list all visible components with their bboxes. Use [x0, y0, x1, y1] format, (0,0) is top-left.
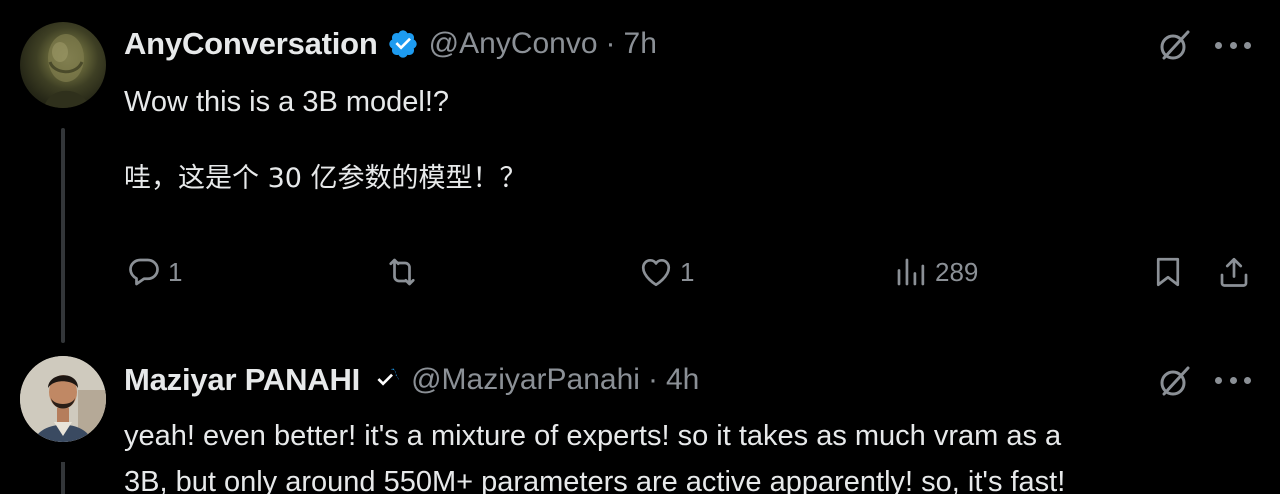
thread-connector-line — [61, 462, 65, 494]
retweet-icon — [389, 258, 415, 286]
views-button[interactable]: 289 — [893, 252, 978, 292]
avatar[interactable] — [20, 22, 106, 108]
reply-icon — [129, 258, 159, 286]
author-handle[interactable]: @AnyConvo — [429, 27, 598, 61]
share-icon — [1220, 257, 1248, 287]
like-button[interactable]: 1 — [638, 252, 694, 292]
author-handle[interactable]: @MaziyarPanahi — [411, 363, 640, 397]
thread-connector-line — [61, 128, 65, 343]
bookmark-icon — [1156, 257, 1180, 287]
author-name[interactable]: Maziyar PANAHI — [124, 362, 360, 398]
bronze-face-avatar-icon — [44, 34, 90, 108]
bookmark-button[interactable] — [1150, 252, 1186, 292]
share-button[interactable] — [1216, 252, 1252, 292]
tweet-text-line: yeah! even better! it's a mixture of exp… — [124, 420, 1062, 452]
views-icon — [897, 258, 925, 286]
separator-dot: · — [647, 363, 658, 396]
separator-dot: · — [605, 27, 616, 60]
reply-count: 1 — [168, 256, 183, 287]
grok-icon[interactable] — [1158, 28, 1192, 62]
like-count: 1 — [680, 256, 695, 287]
man-portrait-avatar-icon — [20, 356, 106, 442]
tweet-header: AnyConversation @AnyConvo · 7h — [124, 26, 657, 62]
tweet[interactable]: AnyConversation @AnyConvo · 7h Wow this … — [0, 0, 1280, 343]
retweet-button[interactable] — [384, 252, 420, 292]
tweet-header: Maziyar PANAHI @MaziyarPanahi · 4h — [124, 362, 699, 398]
views-count: 289 — [935, 256, 979, 287]
timestamp[interactable]: 7h — [624, 27, 657, 61]
avatar[interactable] — [20, 356, 106, 442]
tweet-text-line: Wow this is a 3B model!? — [124, 86, 450, 118]
more-icon[interactable] — [1215, 42, 1251, 52]
tweet-text-line: 哇，这是个 30 亿参数的模型！？ — [124, 163, 527, 194]
verified-badge-icon — [387, 28, 419, 60]
grok-icon[interactable] — [1158, 364, 1192, 398]
more-icon[interactable] — [1215, 377, 1251, 387]
author-name[interactable]: AnyConversation — [124, 26, 378, 62]
tweet-text-line: 3B, but only around 550M+ parameters are… — [124, 466, 1066, 494]
verified-badge-icon — [369, 364, 401, 396]
reply-button[interactable]: 1 — [126, 252, 182, 292]
timestamp[interactable]: 4h — [666, 363, 699, 397]
like-icon — [641, 258, 671, 287]
